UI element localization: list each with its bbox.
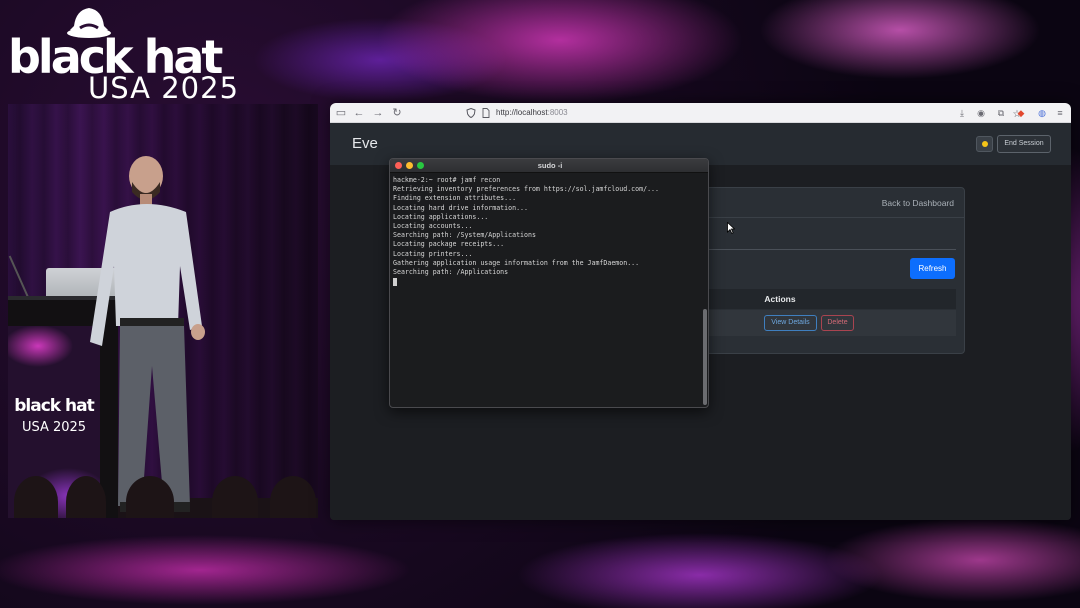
terminal-cursor xyxy=(393,278,397,287)
podium-logo-edition: USA 2025 xyxy=(21,420,87,435)
browser-window: ▭ ← → ↻ http://localhost:8003 ☆ ⤓ ◉ ⧉ ◆ … xyxy=(330,103,1071,520)
terminal-titlebar[interactable]: sudo -i xyxy=(390,159,708,173)
end-session-button[interactable]: End Session xyxy=(997,135,1051,153)
terminal-title: sudo -i xyxy=(537,161,563,170)
minimize-icon[interactable] xyxy=(406,162,413,169)
url-text: http://localhost:8003 xyxy=(496,105,696,121)
globe-icon[interactable]: ◍ xyxy=(1036,105,1048,121)
terminal-scrollbar[interactable] xyxy=(703,309,707,405)
menu-icon[interactable]: ≡ xyxy=(1054,105,1066,121)
refresh-button[interactable]: Refresh xyxy=(910,258,955,279)
browser-toolbar: ▭ ← → ↻ http://localhost:8003 ☆ ⤓ ◉ ⧉ ◆ … xyxy=(330,103,1071,123)
reload-icon[interactable]: ↻ xyxy=(390,105,404,121)
terminal-line: Searching path: /Applications xyxy=(393,267,509,276)
terminal-line: Finding extension attributes... xyxy=(393,194,517,203)
url-bar[interactable]: http://localhost:8003 ☆ xyxy=(460,105,1021,121)
view-details-button[interactable]: View Details xyxy=(764,315,817,331)
back-icon[interactable]: ← xyxy=(352,105,366,121)
extensions-icon[interactable]: ⧉ xyxy=(995,105,1007,121)
download-icon[interactable]: ⤓ xyxy=(956,105,968,121)
delete-button[interactable]: Delete xyxy=(821,315,854,331)
back-to-dashboard-link[interactable]: Back to Dashboard xyxy=(858,196,954,210)
card-divider xyxy=(672,249,956,250)
close-icon[interactable] xyxy=(395,162,402,169)
logo-edition: USA 2025 xyxy=(88,71,240,105)
terminal-line: hackme-2:~ root# jamf recon xyxy=(393,176,501,184)
shield-icon xyxy=(466,108,476,118)
card-header: Back to Dashboard xyxy=(672,188,964,218)
speaker-video: black hat USA 2025 xyxy=(8,104,318,518)
terminal-line: Locating hard drive information... xyxy=(393,203,528,212)
session-status-icon[interactable] xyxy=(976,136,993,152)
terminal-window[interactable]: sudo -i hackme-2:~ root# jamf recon Retr… xyxy=(389,158,709,408)
terminal-line: Retrieving inventory preferences from ht… xyxy=(393,185,659,194)
app-title: Eve xyxy=(352,135,378,152)
audience xyxy=(8,458,318,518)
terminal-line: Gathering application usage information … xyxy=(393,258,640,267)
terminal-line: Locating printers... xyxy=(393,249,473,258)
url-port: :8003 xyxy=(547,108,568,117)
page-icon xyxy=(482,108,490,118)
forward-icon[interactable]: → xyxy=(371,105,385,121)
terminal-line: Locating accounts... xyxy=(393,221,473,230)
column-header-actions: Actions xyxy=(764,294,796,304)
terminal-line: Locating package receipts... xyxy=(393,240,505,249)
sidebar-icon[interactable]: ▭ xyxy=(334,105,348,121)
terminal-line: Searching path: /System/Applications xyxy=(393,231,536,240)
zoom-icon[interactable] xyxy=(417,162,424,169)
brave-icon[interactable]: ◆ xyxy=(1015,105,1027,121)
terminal-line: Locating applications... xyxy=(393,212,489,221)
terminal-output[interactable]: hackme-2:~ root# jamf recon Retrieving i… xyxy=(390,173,708,407)
account-icon[interactable]: ◉ xyxy=(975,105,987,121)
url-host: http://localhost xyxy=(496,108,548,117)
mouse-cursor-icon xyxy=(727,222,735,234)
event-logo: black hat USA 2025 xyxy=(8,4,240,105)
podium-logo-name: black hat xyxy=(14,396,94,416)
